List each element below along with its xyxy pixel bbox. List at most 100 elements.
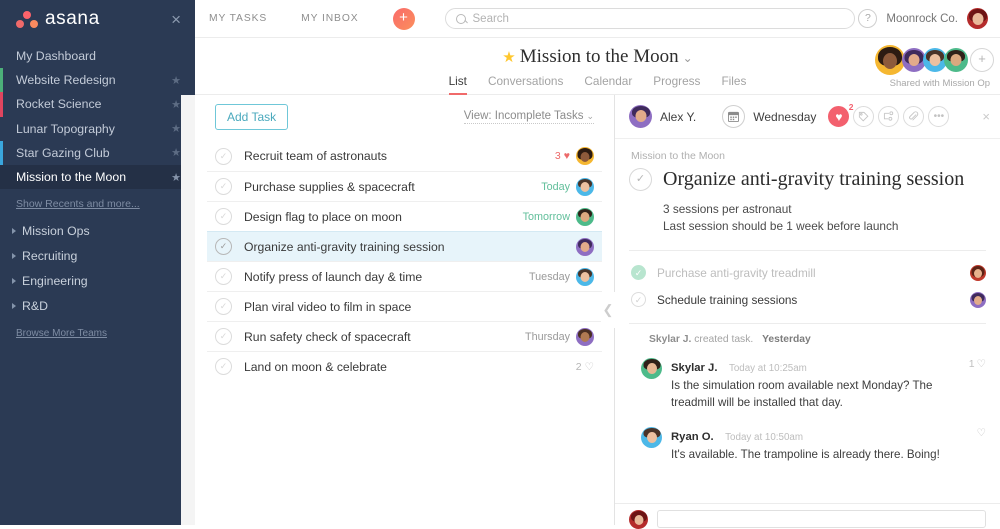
help-icon[interactable]: ? (858, 9, 878, 28)
nav-my-tasks[interactable]: MY TASKS (209, 13, 267, 24)
task-assignee-avatar[interactable] (576, 327, 594, 346)
due-date[interactable]: Wednesday (753, 110, 816, 124)
assignee-avatar[interactable] (629, 105, 652, 128)
close-detail-icon[interactable]: × (974, 109, 990, 124)
task-row[interactable]: ✓ Design flag to place on moon Tomorrow (207, 201, 602, 231)
tab-calendar[interactable]: Calendar (584, 74, 632, 95)
paperclip-icon[interactable] (903, 106, 925, 127)
task-due-date[interactable]: Thursday (525, 331, 570, 343)
organization-name[interactable]: Moonrock Co. (886, 13, 958, 25)
sidebar-team-recruiting[interactable]: Recruiting (0, 243, 195, 268)
nav-my-inbox[interactable]: MY INBOX (301, 13, 358, 24)
sidebar-team-rd[interactable]: R&D (0, 293, 195, 318)
subtask-assignee-avatar[interactable] (970, 291, 986, 308)
like-button[interactable]: ♥ 2 (828, 102, 853, 127)
task-like-indicator[interactable]: 3 ♥ (555, 150, 570, 162)
subtask-assignee-avatar[interactable] (970, 264, 986, 281)
comment-input[interactable] (657, 510, 986, 528)
subtask-checkbox-done[interactable]: ✓ (631, 265, 646, 280)
comment-author[interactable]: Ryan O. (671, 431, 714, 443)
collapse-list-pane-button[interactable]: ❮ (601, 292, 615, 328)
tab-files[interactable]: Files (721, 74, 746, 95)
comment-like-button[interactable]: ♡ (977, 427, 986, 464)
sidebar-item-mission-to-the-moon[interactable]: Mission to the Moon ★ (0, 164, 195, 190)
task-assignee-avatar[interactable] (576, 237, 594, 256)
star-icon[interactable]: ★ (171, 74, 181, 87)
tag-icon[interactable] (853, 106, 875, 127)
comment-author[interactable]: Skylar J. (671, 362, 717, 374)
subtask-checkbox[interactable]: ✓ (631, 292, 646, 307)
task-complete-checkbox[interactable]: ✓ (215, 298, 232, 315)
calendar-icon[interactable] (722, 105, 746, 128)
sidebar-close-icon[interactable]: × (171, 11, 181, 28)
task-complete-checkbox[interactable]: ✓ (215, 147, 232, 165)
browse-more-teams-link[interactable]: Browse More Teams (0, 318, 195, 339)
project-star-icon[interactable]: ★ (502, 50, 515, 66)
add-task-button[interactable]: Add Task (215, 104, 289, 130)
subtask-name: Purchase anti-gravity treadmill (657, 265, 816, 280)
star-icon[interactable]: ★ (171, 171, 181, 184)
star-icon[interactable]: ★ (171, 98, 181, 111)
sidebar-team-mission-ops[interactable]: Mission Ops (0, 218, 195, 243)
quick-add-button[interactable]: + (392, 7, 415, 30)
comment-like-button[interactable]: 1 ♡ (969, 358, 986, 411)
task-row-selected[interactable]: ✓ Organize anti-gravity training session (207, 231, 602, 261)
avatar[interactable] (944, 48, 968, 72)
sidebar-header: asana × (0, 0, 195, 38)
task-row[interactable]: ✓ Run safety check of spacecraft Thursda… (207, 321, 602, 351)
sidebar-item-star-gazing-club[interactable]: Star Gazing Club ★ (0, 140, 195, 165)
sidebar-item-website-redesign[interactable]: Website Redesign ★ (0, 68, 195, 93)
more-options-button[interactable]: ••• (928, 106, 950, 127)
sidebar-item-my-dashboard[interactable]: My Dashboard (0, 44, 195, 68)
subtask-icon[interactable] (878, 106, 900, 127)
task-assignee-avatar[interactable] (576, 207, 594, 226)
task-complete-checkbox[interactable]: ✓ (629, 168, 652, 191)
task-title[interactable]: Organize anti-gravity training session (663, 168, 964, 191)
show-recents-link[interactable]: Show Recents and more... (0, 189, 195, 214)
tab-conversations[interactable]: Conversations (488, 74, 563, 95)
tab-progress[interactable]: Progress (653, 74, 700, 95)
subtask-row[interactable]: ✓ Schedule training sessions (629, 286, 986, 313)
comment-item: Ryan O. Today at 10:50am It's available.… (629, 427, 986, 464)
view-filter-dropdown[interactable]: View: Incomplete Tasks ⌄ (463, 110, 594, 124)
breadcrumb[interactable]: Mission to the Moon (631, 150, 986, 162)
task-assignee-avatar[interactable] (576, 147, 594, 165)
comment-author-avatar[interactable] (641, 358, 662, 379)
add-member-button[interactable]: + (970, 48, 994, 72)
subtask-row[interactable]: ✓ Purchase anti-gravity treadmill (629, 259, 986, 286)
chevron-down-icon[interactable]: ⌄ (683, 51, 693, 65)
task-due-date[interactable]: Today (541, 181, 570, 193)
star-icon[interactable]: ★ (171, 146, 181, 159)
task-like-indicator[interactable]: 2 ♡ (576, 361, 594, 373)
current-user-avatar[interactable] (629, 510, 648, 529)
sidebar-team-engineering[interactable]: Engineering (0, 268, 195, 293)
sidebar-item-lunar-topography[interactable]: Lunar Topography ★ (0, 117, 195, 141)
sidebar-item-rocket-science[interactable]: Rocket Science ★ (0, 92, 195, 117)
task-description[interactable]: 3 sessions per astronaut Last session sh… (663, 201, 986, 235)
task-assignee-avatar[interactable] (576, 177, 594, 196)
task-complete-checkbox[interactable]: ✓ (215, 208, 232, 225)
task-complete-checkbox[interactable]: ✓ (215, 268, 232, 285)
tab-list[interactable]: List (448, 74, 467, 95)
task-complete-checkbox[interactable]: ✓ (215, 358, 232, 375)
star-icon[interactable]: ★ (171, 122, 181, 135)
task-row[interactable]: ✓ Notify press of launch day & time Tues… (207, 261, 602, 291)
comment-author-avatar[interactable] (641, 427, 662, 448)
task-complete-checkbox[interactable]: ✓ (215, 328, 232, 345)
avatar[interactable] (875, 45, 905, 75)
task-assignee-avatar[interactable] (576, 267, 594, 286)
task-complete-checkbox[interactable]: ✓ (215, 178, 232, 195)
task-row[interactable]: ✓ Plan viral video to film in space (207, 291, 602, 321)
asana-logo[interactable]: asana (16, 8, 100, 30)
like-count: 2 (575, 360, 582, 373)
task-row[interactable]: ✓ Purchase supplies & spacecraft Today (207, 171, 602, 201)
task-due-date[interactable]: Tuesday (529, 271, 570, 283)
task-row[interactable]: ✓ Recruit team of astronauts 3 ♥ (207, 141, 602, 171)
task-due-date[interactable]: Tomorrow (523, 211, 570, 223)
search-input[interactable]: Search (444, 8, 855, 29)
assignee-name[interactable]: Alex Y. (660, 110, 696, 124)
task-complete-checkbox[interactable]: ✓ (215, 238, 232, 255)
user-avatar[interactable] (967, 8, 988, 29)
main-area: MY TASKS MY INBOX + Search ? Moonrock Co… (181, 0, 1000, 529)
task-row[interactable]: ✓ Land on moon & celebrate 2 ♡ (207, 351, 602, 381)
